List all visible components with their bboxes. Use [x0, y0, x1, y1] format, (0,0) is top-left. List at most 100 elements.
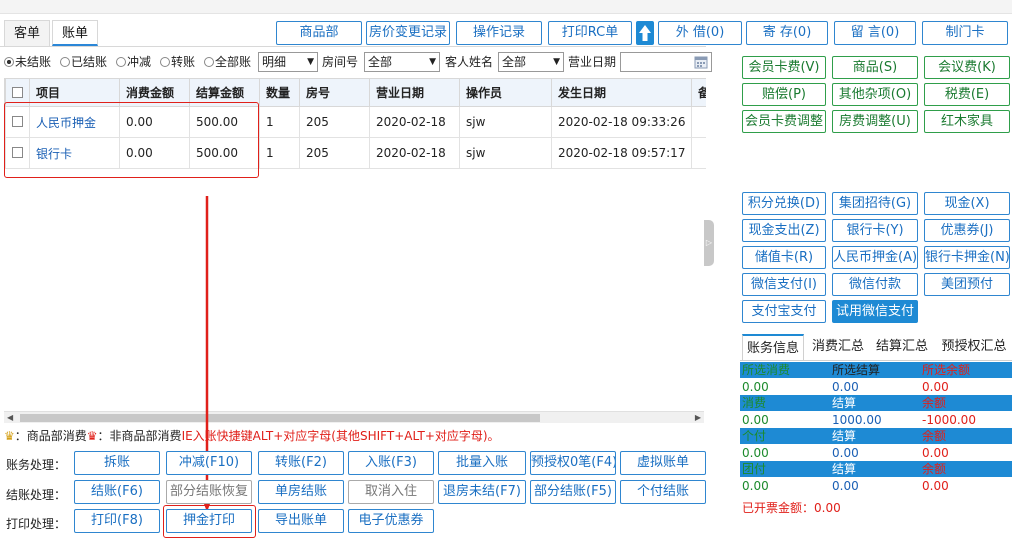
offset-button[interactable]: 冲减(F10) [166, 451, 252, 475]
summary-consume-label: 消费 [742, 396, 767, 410]
legend-nongoods-text: ：非商品部消费 [97, 429, 182, 443]
group-hospitality-button[interactable]: 集团招待(G) [832, 192, 918, 215]
message-button[interactable]: 留 言(0) [834, 21, 916, 45]
summary-balance-label: 余额 [922, 396, 947, 410]
deposit-storage-button[interactable]: 寄 存(0) [746, 21, 828, 45]
room-price-change-button[interactable]: 房价变更记录 [366, 21, 450, 45]
biz-date-input[interactable] [620, 52, 712, 72]
trial-wechat-pay-button[interactable]: 试用微信支付 [832, 300, 918, 323]
preauth-button[interactable]: 预授权0笔(F4) [530, 451, 616, 475]
summary-group-label: 团付 [742, 462, 767, 476]
partial-checkout-button[interactable]: 部分结账(F5) [530, 480, 616, 504]
col-header-bizdate[interactable]: 营业日期 [369, 78, 460, 107]
single-room-checkout-button[interactable]: 单房结账 [258, 480, 344, 504]
summary-group-settle-label: 结算 [832, 462, 857, 476]
make-door-card-button[interactable]: 制门卡 [922, 21, 1008, 45]
meituan-prepay-button[interactable]: 美团预付 [924, 273, 1010, 296]
radio-unsettled[interactable]: 未结账 [4, 54, 51, 70]
radio-label: 转账 [171, 55, 196, 69]
account-row-label: 账务处理： [6, 458, 67, 472]
room-select[interactable]: 全部 ▼ [364, 52, 440, 72]
print-rc-button[interactable]: 打印RC单 [548, 21, 632, 45]
tab-consume-summary[interactable]: 消费汇总 [808, 334, 868, 360]
cell-operator: sjw [459, 137, 552, 169]
radio-dot-icon [116, 57, 126, 67]
cash-expense-button[interactable]: 现金支出(Z) [742, 219, 826, 242]
radio-offset[interactable]: 冲减 [116, 54, 151, 70]
print-button[interactable]: 打印(F8) [74, 509, 160, 533]
guest-select[interactable]: 全部 ▼ [498, 52, 564, 72]
checkout-unsettled-button[interactable]: 退房未结(F7) [438, 480, 526, 504]
compensation-button[interactable]: 赔偿(P) [742, 83, 826, 106]
up-arrow-icon [639, 25, 651, 41]
col-header-room[interactable]: 房号 [299, 78, 370, 107]
goods-button[interactable]: 商品(S) [832, 56, 918, 79]
rmb-deposit-button[interactable]: 人民币押金(A) [832, 246, 918, 269]
individual-checkout-button[interactable]: 个付结账 [620, 480, 706, 504]
radio-dot-icon [160, 57, 170, 67]
col-header-time[interactable]: 发生日期 [551, 78, 692, 107]
detail-select-value: 明细 [262, 55, 287, 69]
member-card-fee-button[interactable]: 会员卡费(V) [742, 56, 826, 79]
e-coupon-button[interactable]: 电子优惠券 [348, 509, 434, 533]
wechat-payment-button[interactable]: 微信付款 [832, 273, 918, 296]
export-bill-button[interactable]: 导出账单 [258, 509, 344, 533]
scroll-right-icon[interactable]: ▶ [695, 412, 701, 424]
stored-value-card-button[interactable]: 储值卡(R) [742, 246, 826, 269]
bank-card-deposit-button[interactable]: 银行卡押金(N) [924, 246, 1010, 269]
summary-header-selected: 所选消费 所选结算 所选余额 [740, 362, 1012, 378]
virtual-bill-button[interactable]: 虚拟账单 [620, 451, 706, 475]
radio-all[interactable]: 全部账 [204, 54, 251, 70]
room-fee-adjust-button[interactable]: 房费调整(U) [832, 110, 918, 133]
partial-restore-button[interactable]: 部分结账恢复 [166, 480, 252, 504]
summary-balance-value: -1000.00 [922, 413, 976, 427]
panel-collapse-handle[interactable]: ▷ [704, 220, 714, 266]
summary-settle-label: 结算 [832, 396, 857, 410]
batch-post-button[interactable]: 批量入账 [438, 451, 526, 475]
tab-guest[interactable]: 客单 [4, 20, 50, 46]
tab-settle-summary[interactable]: 结算汇总 [872, 334, 932, 360]
meeting-fee-button[interactable]: 会议费(K) [924, 56, 1010, 79]
legend-shortcut-text: IE入账快捷键ALT+对应字母(其他SHIFT+ALT+对应字母)。 [181, 429, 500, 443]
coupon-button[interactable]: 优惠券(J) [924, 219, 1010, 242]
post-button[interactable]: 入账(F3) [348, 451, 434, 475]
checkout-button[interactable]: 结账(F6) [74, 480, 160, 504]
misc-button[interactable]: 其他杂项(O) [832, 83, 918, 106]
summary-individual-value: 0.00 [742, 446, 769, 460]
guest-select-value: 全部 [502, 55, 527, 69]
invoiced-amount: 已开票金额：0.00 [742, 500, 841, 516]
up-arrow-button[interactable] [636, 21, 654, 45]
transfer-button[interactable]: 转账(F2) [258, 451, 344, 475]
points-redeem-button[interactable]: 积分兑换(D) [742, 192, 826, 215]
scroll-thumb[interactable] [20, 414, 540, 422]
scroll-left-icon[interactable]: ◀ [7, 412, 13, 424]
cell-bizdate: 2020-02-18 [369, 106, 460, 138]
radio-settled[interactable]: 已结账 [60, 54, 107, 70]
member-fee-adjust-button[interactable]: 会员卡费调整 [742, 110, 826, 133]
col-header-operator[interactable]: 操作员 [459, 78, 552, 107]
tab-bill[interactable]: 账单 [52, 20, 98, 46]
cell-operator: sjw [459, 106, 552, 138]
operation-log-button[interactable]: 操作记录 [456, 21, 542, 45]
goods-dept-button[interactable]: 商品部 [276, 21, 362, 45]
chevron-down-icon: ▼ [553, 57, 560, 67]
tab-account-info[interactable]: 账务信息 [742, 334, 804, 360]
bank-card-button[interactable]: 银行卡(Y) [832, 219, 918, 242]
cash-button[interactable]: 现金(X) [924, 192, 1010, 215]
top-strip [0, 0, 1012, 14]
wechat-pay-button[interactable]: 微信支付(I) [742, 273, 826, 296]
tab-preauth-summary[interactable]: 预授权汇总 [936, 334, 1012, 360]
col-header-remark[interactable]: 备 [691, 78, 706, 107]
mahogany-furniture-button[interactable]: 红木家具 [924, 110, 1010, 133]
horizontal-scrollbar[interactable]: ◀ ▶ [4, 411, 704, 423]
cancel-checkin-button[interactable]: 取消入住 [348, 480, 434, 504]
radio-transfer[interactable]: 转账 [160, 54, 195, 70]
detail-select[interactable]: 明细 ▼ [258, 52, 318, 72]
alipay-button[interactable]: 支付宝支付 [742, 300, 826, 323]
tax-button[interactable]: 税费(E) [924, 83, 1010, 106]
split-bill-button[interactable]: 拆账 [74, 451, 160, 475]
radio-label: 已结账 [71, 55, 108, 69]
lend-button[interactable]: 外 借(0) [658, 21, 742, 45]
col-header-qty[interactable]: 数量 [259, 78, 300, 107]
highlight-box-deposit-print [163, 505, 256, 538]
